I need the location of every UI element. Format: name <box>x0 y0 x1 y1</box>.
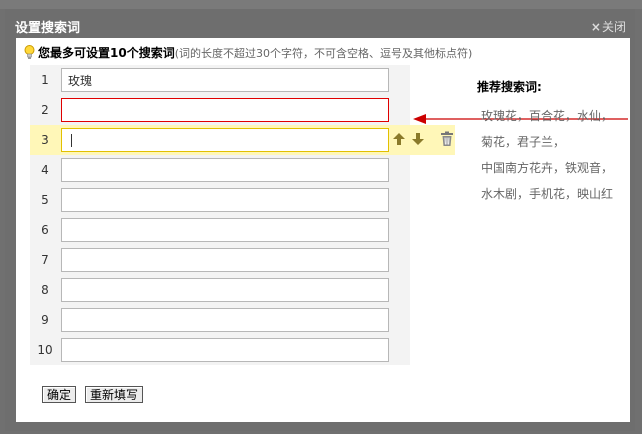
row-number: 1 <box>41 73 49 87</box>
row-number: 7 <box>41 253 49 267</box>
tip-note: (词的长度不超过30个字符，不可含空格、逗号及其他标点符) <box>174 47 473 60</box>
delete-trash-icon[interactable] <box>440 131 454 147</box>
row-number: 8 <box>41 283 49 297</box>
dialog-actions: 确定 重新填写 <box>42 386 144 403</box>
row-number: 2 <box>41 103 49 117</box>
keyword-row-6: 6 <box>30 215 410 245</box>
close-icon: × <box>590 20 601 34</box>
keyword-row-4: 4 <box>30 155 410 185</box>
keyword-input-7[interactable] <box>61 248 389 272</box>
lightbulb-icon <box>24 45 35 59</box>
keyword-row-3: 3 <box>30 125 455 155</box>
keyword-row-5: 5 <box>30 185 410 215</box>
text-cursor <box>71 134 72 147</box>
tip-line: 您最多可设置10个搜索词(词的长度不超过30个字符，不可含空格、逗号及其他标点符… <box>24 44 472 61</box>
keyword-input-5[interactable] <box>61 188 389 212</box>
recommend-line-4[interactable]: 水木剧，手机花，映山红 <box>481 181 627 207</box>
keyword-input-3[interactable] <box>61 128 389 152</box>
page-background-top <box>0 0 642 9</box>
keyword-input-8[interactable] <box>61 278 389 302</box>
move-down-icon[interactable] <box>411 131 425 147</box>
row-number: 3 <box>41 133 49 147</box>
search-terms-dialog: 设置搜索词 ×关闭 您最多可设置10个搜索词(词的长度不超过30个字符，不可含空… <box>5 9 635 431</box>
dialog-title: 设置搜索词 <box>15 21 81 36</box>
keyword-row-8: 8 <box>30 275 410 305</box>
keyword-row-1: 1 <box>30 65 410 95</box>
keyword-row-9: 9 <box>30 305 410 335</box>
row-number: 9 <box>41 313 49 327</box>
keyword-input-1[interactable] <box>61 68 389 92</box>
keyword-input-6[interactable] <box>61 218 389 242</box>
row-number: 4 <box>41 163 49 177</box>
keyword-input-2[interactable] <box>61 98 389 122</box>
recommend-heading: 推荐搜索词: <box>477 80 542 94</box>
keyword-input-4[interactable] <box>61 158 389 182</box>
dialog-body: 您最多可设置10个搜索词(词的长度不超过30个字符，不可含空格、逗号及其他标点符… <box>16 38 630 422</box>
keyword-list: 1 2 3 <box>30 65 455 365</box>
row-number: 5 <box>41 193 49 207</box>
reset-button[interactable]: 重新填写 <box>85 386 144 403</box>
row-number: 6 <box>41 223 49 237</box>
keyword-row-10: 10 <box>30 335 410 365</box>
confirm-button[interactable]: 确定 <box>42 386 77 403</box>
recommend-line-1[interactable]: 玫瑰花，百合花，水仙， <box>481 103 627 129</box>
keyword-input-9[interactable] <box>61 308 389 332</box>
keyword-row-2: 2 <box>30 95 410 125</box>
row-number: 10 <box>37 343 53 357</box>
recommend-line-2[interactable]: 菊花，君子兰， <box>481 129 627 155</box>
close-button[interactable]: ×关闭 <box>591 18 626 35</box>
move-up-icon[interactable] <box>392 131 406 147</box>
recommend-line-3[interactable]: 中国南方花卉，铁观音， <box>481 155 627 181</box>
keyword-row-7: 7 <box>30 245 410 275</box>
close-label: 关闭 <box>601 20 626 34</box>
tip-strong: 您最多可设置10个搜索词 <box>38 46 175 60</box>
keyword-input-10[interactable] <box>61 338 389 362</box>
row-tools <box>392 131 454 147</box>
recommended-keywords: 推荐搜索词: 玫瑰花，百合花，水仙， 菊花，君子兰， 中国南方花卉，铁观音， 水… <box>477 78 627 207</box>
